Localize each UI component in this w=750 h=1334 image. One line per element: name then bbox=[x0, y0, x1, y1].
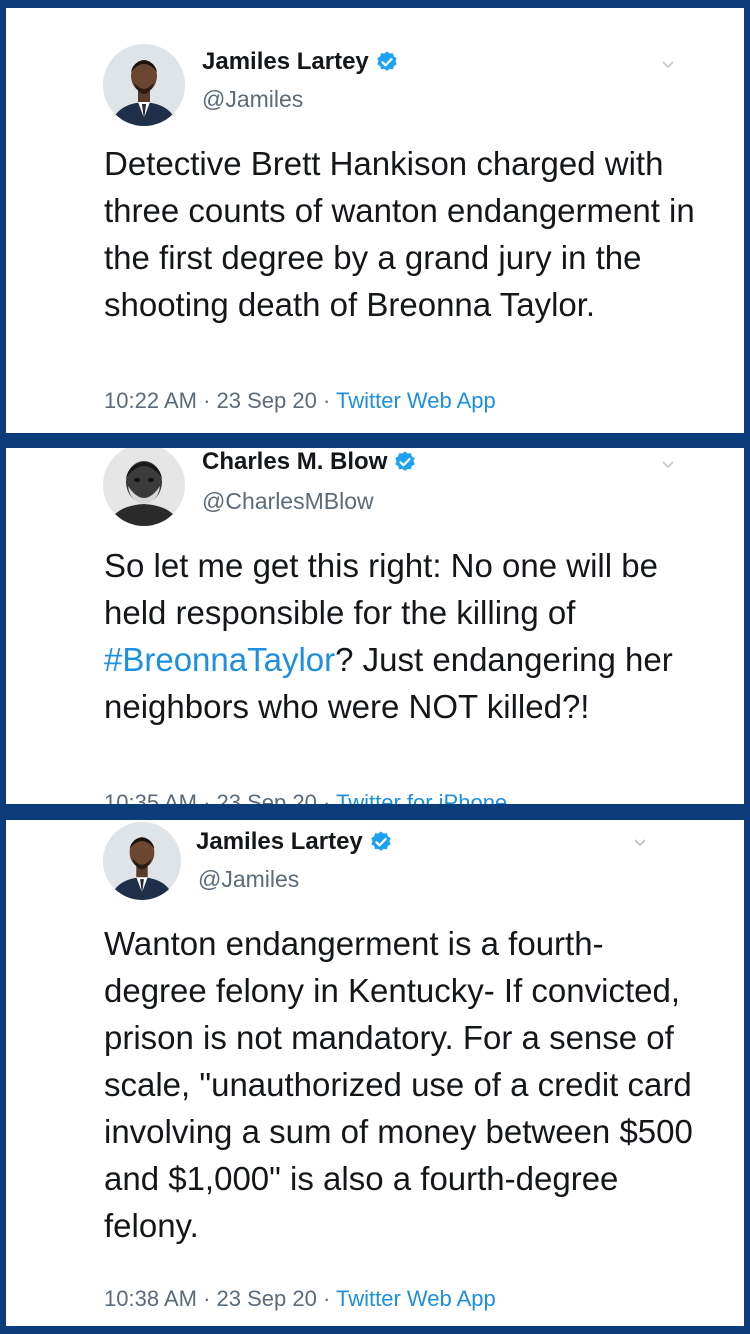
chevron-down-icon[interactable] bbox=[658, 454, 678, 474]
tweet-date[interactable]: 23 Sep 20 bbox=[217, 388, 317, 413]
verified-badge-icon bbox=[369, 830, 393, 854]
tweet-text: Detective Brett Hankison charged with th… bbox=[104, 145, 695, 323]
author-name[interactable]: Jamiles Lartey bbox=[196, 828, 363, 856]
avatar[interactable] bbox=[103, 44, 185, 126]
avatar[interactable] bbox=[103, 822, 181, 900]
author-row: Charles M. Blow bbox=[202, 448, 417, 476]
meta-separator: · bbox=[196, 1286, 217, 1311]
author-row: Jamiles Lartey bbox=[196, 828, 393, 856]
author-name[interactable]: Jamiles Lartey bbox=[202, 48, 369, 76]
profile-photo-icon bbox=[103, 822, 181, 900]
tweet-meta: 10:38 AM · 23 Sep 20 · Twitter Web App bbox=[104, 1286, 496, 1312]
meta-separator: · bbox=[316, 790, 336, 804]
avatar[interactable] bbox=[103, 448, 185, 526]
author-handle[interactable]: @Jamiles bbox=[202, 86, 303, 113]
tweet-text: So let me get this right: No one will be… bbox=[104, 542, 704, 730]
author-handle[interactable]: @Jamiles bbox=[198, 866, 299, 893]
meta-separator: · bbox=[196, 790, 217, 804]
verified-badge-icon bbox=[393, 450, 417, 474]
author-handle[interactable]: @CharlesMBlow bbox=[202, 488, 374, 515]
tweet-time[interactable]: 10:22 AM bbox=[104, 388, 197, 413]
tweet-source-link[interactable]: Twitter Web App bbox=[336, 388, 496, 413]
verified-badge-icon bbox=[375, 50, 399, 74]
tweet-meta: 10:22 AM · 23 Sep 20 · Twitter Web App bbox=[104, 388, 496, 414]
tweet-time[interactable]: 10:35 AM bbox=[104, 790, 197, 804]
tweet-card-1[interactable]: Jamiles Lartey @Jamiles Detective Brett … bbox=[6, 8, 744, 433]
tweet-date[interactable]: 23 Sep 20 bbox=[217, 790, 317, 804]
meta-separator: · bbox=[196, 388, 217, 413]
tweet-source-link[interactable]: Twitter Web App bbox=[336, 1286, 496, 1311]
meta-separator: · bbox=[316, 388, 336, 413]
tweet-card-2[interactable]: Charles M. Blow @CharlesMBlow So let me … bbox=[6, 448, 744, 804]
tweet-source-link[interactable]: Twitter for iPhone bbox=[336, 790, 507, 804]
meta-separator: · bbox=[316, 1286, 336, 1311]
chevron-down-icon[interactable] bbox=[658, 54, 678, 74]
tweet-card-3[interactable]: Jamiles Lartey @Jamiles Wanton endangerm… bbox=[6, 820, 744, 1326]
tweet-text: Wanton endangerment is a fourth-degree f… bbox=[104, 925, 693, 1244]
hashtag-link[interactable]: #BreonnaTaylor bbox=[104, 641, 335, 678]
tweet-meta: 10:35 AM · 23 Sep 20 · Twitter for iPhon… bbox=[104, 790, 507, 804]
author-row: Jamiles Lartey bbox=[202, 48, 399, 76]
tweet-time[interactable]: 10:38 AM bbox=[104, 1286, 197, 1311]
profile-photo-icon bbox=[103, 44, 185, 126]
chevron-down-icon[interactable] bbox=[630, 832, 650, 852]
tweet-text-part: So let me get this right: No one will be… bbox=[104, 547, 658, 631]
tweet-date[interactable]: 23 Sep 20 bbox=[217, 1286, 317, 1311]
author-name[interactable]: Charles M. Blow bbox=[202, 448, 387, 476]
profile-photo-icon bbox=[103, 448, 185, 526]
